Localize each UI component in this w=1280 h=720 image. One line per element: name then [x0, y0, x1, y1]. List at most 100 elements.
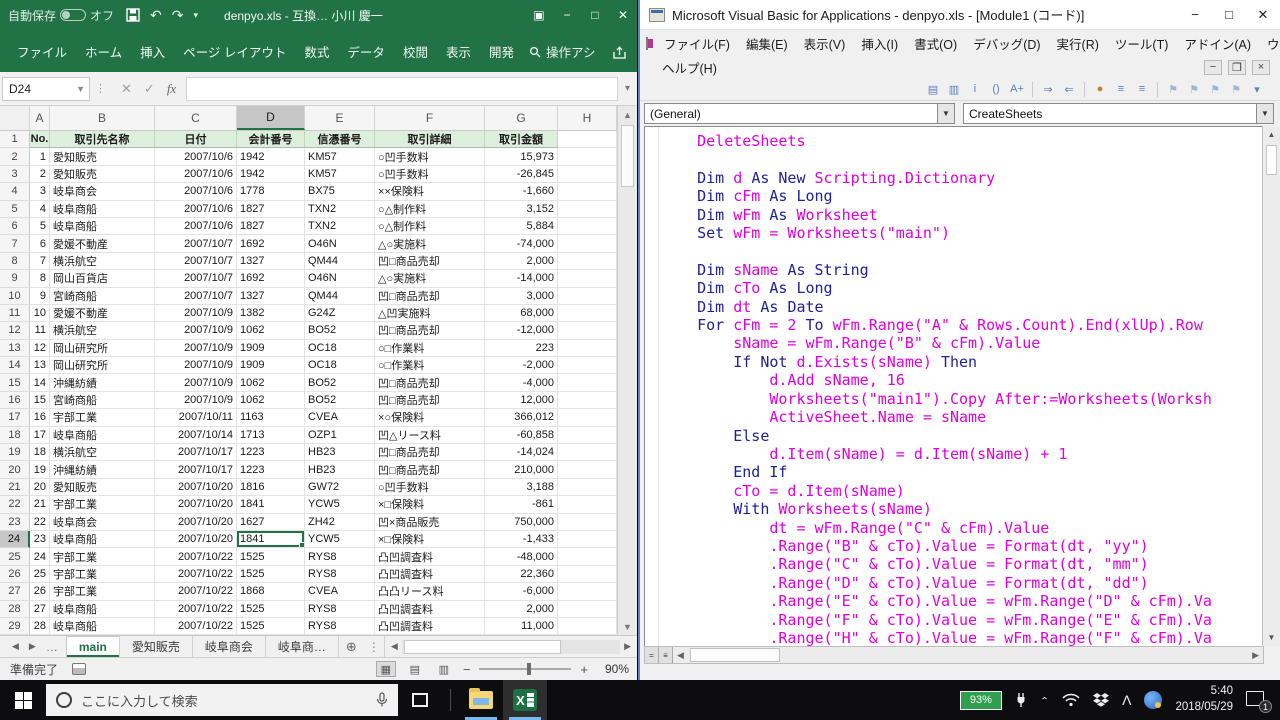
- row-header-17[interactable]: 17: [0, 409, 30, 426]
- data-cell[interactable]: QM44: [305, 253, 375, 270]
- data-cell[interactable]: ○△制作料: [375, 218, 485, 235]
- data-cell[interactable]: [558, 218, 617, 235]
- next-bookmark-icon[interactable]: ⚑: [1185, 81, 1203, 98]
- data-cell[interactable]: 宇部工業: [50, 496, 155, 513]
- name-box[interactable]: D24 ▼: [2, 77, 90, 101]
- child-minimize-icon[interactable]: −: [1204, 60, 1222, 75]
- data-cell[interactable]: 凹×商品販売: [375, 514, 485, 531]
- data-cell[interactable]: O46N: [305, 235, 375, 252]
- data-cell[interactable]: 27: [30, 601, 50, 618]
- data-cell[interactable]: 2007/10/20: [155, 531, 237, 548]
- zoom-slider-thumb[interactable]: [527, 663, 531, 675]
- data-cell[interactable]: RYS8: [305, 618, 375, 635]
- data-cell[interactable]: 1525: [237, 548, 305, 565]
- ribbon-tab-2[interactable]: 挿入: [131, 38, 174, 65]
- app-tray-icon[interactable]: [1144, 691, 1162, 709]
- name-box-dropdown-icon[interactable]: ▼: [76, 84, 89, 94]
- macro-record-icon[interactable]: [72, 663, 86, 675]
- data-cell[interactable]: 岐阜商船: [50, 618, 155, 635]
- data-cell[interactable]: 愛知販売: [50, 166, 155, 183]
- sheet-next-icon[interactable]: ▶: [29, 641, 36, 652]
- margin-indicator-bar[interactable]: [645, 127, 659, 663]
- data-cell[interactable]: 岐阜商船: [50, 427, 155, 444]
- vba-horizontal-scrollbar[interactable]: = ≡ ◀ ▶: [644, 646, 1264, 664]
- data-cell[interactable]: TXN2: [305, 201, 375, 218]
- data-cell[interactable]: 223: [485, 340, 558, 357]
- data-cell[interactable]: ○△制作料: [375, 201, 485, 218]
- data-cell[interactable]: OC18: [305, 357, 375, 374]
- ribbon-tab-8[interactable]: 開発: [480, 38, 523, 65]
- row-header-8[interactable]: 8: [0, 253, 30, 270]
- ribbon-display-options-icon[interactable]: ▣: [525, 0, 553, 30]
- battery-indicator[interactable]: 93%: [960, 691, 1002, 710]
- toggle-breakpoint-icon[interactable]: ●: [1091, 81, 1109, 98]
- vba-menu-item[interactable]: デバッグ(D): [965, 31, 1048, 56]
- tray-expand-icon[interactable]: ⌃: [1040, 695, 1049, 705]
- vba-menu-item[interactable]: ヘルプ(H): [654, 55, 725, 80]
- ribbon-tab-file[interactable]: ファイル: [8, 38, 76, 65]
- data-cell[interactable]: 2007/10/9: [155, 392, 237, 409]
- data-cell[interactable]: RYS8: [305, 601, 375, 618]
- data-cell[interactable]: 16: [30, 409, 50, 426]
- column-header-D[interactable]: D: [237, 106, 305, 130]
- row-header-11[interactable]: 11: [0, 305, 30, 322]
- data-cell[interactable]: 2007/10/6: [155, 166, 237, 183]
- quick-info-icon[interactable]: i: [966, 81, 984, 98]
- vba-menu-item[interactable]: 実行(R): [1049, 31, 1107, 56]
- toggle-bookmark-icon[interactable]: ⚑: [1164, 81, 1182, 98]
- data-cell[interactable]: 3,000: [485, 288, 558, 305]
- data-cell[interactable]: 24: [30, 548, 50, 565]
- share-icon[interactable]: [612, 46, 627, 60]
- vba-code-text[interactable]: DeleteSheets Dim d As New Scripting.Dict…: [661, 132, 1212, 647]
- data-cell[interactable]: 凸凹調査料: [375, 566, 485, 583]
- data-cell[interactable]: [558, 183, 617, 200]
- data-cell[interactable]: 2007/10/6: [155, 183, 237, 200]
- task-view-button[interactable]: [398, 680, 442, 720]
- lambda-app-icon[interactable]: Λ: [1122, 692, 1131, 708]
- file-explorer-button[interactable]: [459, 680, 503, 720]
- data-cell[interactable]: 凹□商品売却: [375, 322, 485, 339]
- clear-bookmarks-icon[interactable]: ⚑: [1227, 81, 1245, 98]
- data-cell[interactable]: 1062: [237, 392, 305, 409]
- data-cell[interactable]: 1223: [237, 444, 305, 461]
- data-cell[interactable]: 28: [30, 618, 50, 635]
- data-cell[interactable]: 2007/10/17: [155, 461, 237, 478]
- row-header-21[interactable]: 21: [0, 479, 30, 496]
- data-cell[interactable]: [558, 427, 617, 444]
- child-restore-icon[interactable]: ❐: [1228, 60, 1246, 75]
- data-cell[interactable]: 4: [30, 201, 50, 218]
- new-sheet-button[interactable]: ⊕: [339, 636, 364, 657]
- taskbar-clock[interactable]: 5:40 2018/05/29: [1175, 684, 1233, 715]
- data-cell[interactable]: 1327: [237, 288, 305, 305]
- data-cell[interactable]: 凹□商品売却: [375, 288, 485, 305]
- data-cell[interactable]: 9: [30, 288, 50, 305]
- data-cell[interactable]: 750,000: [485, 514, 558, 531]
- row-header-15[interactable]: 15: [0, 374, 30, 391]
- scroll-right-icon[interactable]: ▶: [1248, 650, 1263, 661]
- data-cell[interactable]: -2,000: [485, 357, 558, 374]
- data-cell[interactable]: [558, 305, 617, 322]
- vba-menu-item[interactable]: 書式(O): [906, 31, 965, 56]
- data-cell[interactable]: HB23: [305, 444, 375, 461]
- data-cell[interactable]: 1909: [237, 357, 305, 374]
- data-cell[interactable]: -74,000: [485, 235, 558, 252]
- data-cell[interactable]: 宇部工業: [50, 583, 155, 600]
- data-cell[interactable]: 凹□商品売却: [375, 374, 485, 391]
- microphone-icon[interactable]: [376, 692, 388, 708]
- data-cell[interactable]: 1627: [237, 514, 305, 531]
- data-cell[interactable]: [558, 166, 617, 183]
- row-header-23[interactable]: 23: [0, 514, 30, 531]
- excel-taskbar-button[interactable]: X: [503, 680, 547, 720]
- data-cell[interactable]: 1692: [237, 235, 305, 252]
- row-header-29[interactable]: 29: [0, 618, 30, 635]
- data-cell[interactable]: 愛媛不動産: [50, 235, 155, 252]
- data-cell[interactable]: 2007/10/9: [155, 357, 237, 374]
- parameter-info-icon[interactable]: (): [987, 81, 1005, 98]
- data-cell[interactable]: ○凹手数料: [375, 479, 485, 496]
- data-cell[interactable]: 1223: [237, 461, 305, 478]
- data-cell[interactable]: 凸凹調査料: [375, 618, 485, 635]
- data-cell[interactable]: 凹□商品売却: [375, 461, 485, 478]
- data-cell[interactable]: 12,000: [485, 392, 558, 409]
- data-cell[interactable]: 8: [30, 270, 50, 287]
- data-cell[interactable]: 宇部工業: [50, 566, 155, 583]
